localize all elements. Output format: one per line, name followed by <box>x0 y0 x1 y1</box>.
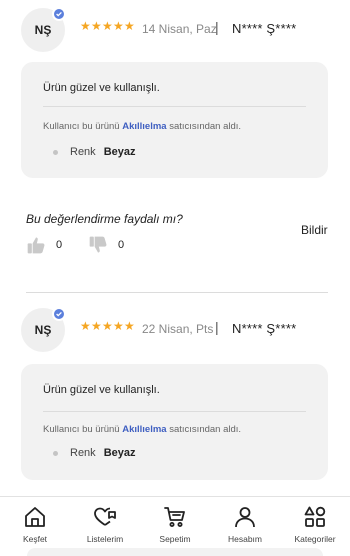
seller-suffix: satıcısından aldı. <box>169 424 242 435</box>
verified-badge-icon <box>52 7 66 21</box>
seller-info: Kullanıcı bu ürünü Akıllıelma satıcısınd… <box>43 121 241 132</box>
star-icon: ★ <box>80 19 91 33</box>
rating-stars: ★ ★ ★ ★ ★ <box>80 319 135 333</box>
review-text: Ürün güzel ve kullanışlı. <box>43 82 160 94</box>
bullet-icon <box>53 149 58 155</box>
nav-item-sepetim[interactable]: Sepetim <box>140 505 210 544</box>
bottom-navigation: Keşfet Listelerim Sepetim Hesabım Katego… <box>0 496 350 556</box>
home-icon <box>25 507 45 527</box>
heart-list-icon <box>94 507 116 526</box>
seller-prefix: Kullanıcı bu ürünü <box>43 121 120 132</box>
star-icon: ★ <box>80 319 91 333</box>
nav-label: Keşfet <box>22 534 48 544</box>
nav-label: Kategoriler <box>294 534 336 544</box>
like-count: 0 <box>56 239 63 251</box>
thumbs-up-icon <box>27 237 45 254</box>
review-header: NŞ ★ ★ ★ ★ ★ 22 Nisan, Pts | N**** Ş**** <box>0 305 350 355</box>
nav-item-kategoriler[interactable]: Kategoriler <box>280 505 350 544</box>
star-icon: ★ <box>124 19 135 33</box>
nav-label: Listelerim <box>86 534 124 544</box>
avatar-initials: NŞ <box>34 323 52 337</box>
seller-suffix: satıcısından aldı. <box>169 121 242 132</box>
nav-label: Sepetim <box>159 534 191 544</box>
review-header: NŞ ★ ★ ★ ★ ★ 14 Nisan, Paz | N**** Ş**** <box>0 5 350 55</box>
star-icon: ★ <box>124 319 135 333</box>
report-button[interactable]: Bildir <box>301 223 328 237</box>
star-icon: ★ <box>91 19 102 33</box>
review-date: 14 Nisan, Paz <box>142 22 217 36</box>
seller-link[interactable]: Akıllıelma <box>122 121 166 132</box>
helpful-question: Bu değerlendirme faydalı mı? <box>26 212 183 226</box>
cart-icon <box>164 507 185 527</box>
attribute-label: Renk <box>70 146 96 158</box>
nav-item-kesfet[interactable]: Keşfet <box>0 505 70 544</box>
attribute-label: Renk <box>70 447 96 459</box>
star-icon: ★ <box>113 319 124 333</box>
star-icon: ★ <box>113 19 124 33</box>
dislike-button[interactable]: 0 <box>88 235 124 255</box>
thumbs-down-icon <box>89 236 107 253</box>
attribute-value: Beyaz <box>103 146 136 158</box>
seller-prefix: Kullanıcı bu ürünü <box>43 424 120 435</box>
rating-stars: ★ ★ ★ ★ ★ <box>80 19 135 33</box>
dislike-count: 0 <box>118 239 125 251</box>
next-card-peek <box>27 548 323 556</box>
review-date: 22 Nisan, Pts <box>142 322 214 336</box>
star-icon: ★ <box>102 319 113 333</box>
seller-info: Kullanıcı bu ürünü Akıllıelma satıcısınd… <box>43 424 241 435</box>
attribute-value: Beyaz <box>103 447 136 459</box>
nav-item-listelerim[interactable]: Listelerim <box>70 505 140 544</box>
review-text: Ürün güzel ve kullanışlı. <box>43 384 160 396</box>
reviewer-name: N**** Ş**** <box>232 21 297 36</box>
card-divider <box>43 411 306 412</box>
section-divider <box>26 292 328 293</box>
card-divider <box>43 106 306 107</box>
star-icon: ★ <box>91 319 102 333</box>
header-separator: | <box>215 19 219 35</box>
attribute-row: Renk Beyaz <box>53 146 135 158</box>
reviewer-name: N**** Ş**** <box>232 321 297 336</box>
star-icon: ★ <box>102 19 113 33</box>
header-separator: | <box>215 319 219 335</box>
avatar-initials: NŞ <box>34 23 52 37</box>
review-card: Ürün güzel ve kullanışlı. Kullanıcı bu ü… <box>21 364 328 480</box>
like-button[interactable]: 0 <box>26 235 62 255</box>
bullet-icon <box>53 450 58 456</box>
seller-link[interactable]: Akıllıelma <box>122 424 166 435</box>
attribute-row: Renk Beyaz <box>53 447 135 459</box>
verified-badge-icon <box>52 307 66 321</box>
categories-icon <box>304 506 326 527</box>
review-card: Ürün güzel ve kullanışlı. Kullanıcı bu ü… <box>21 62 328 178</box>
nav-item-hesabim[interactable]: Hesabım <box>210 505 280 544</box>
user-icon <box>235 507 255 528</box>
nav-label: Hesabım <box>227 534 262 544</box>
